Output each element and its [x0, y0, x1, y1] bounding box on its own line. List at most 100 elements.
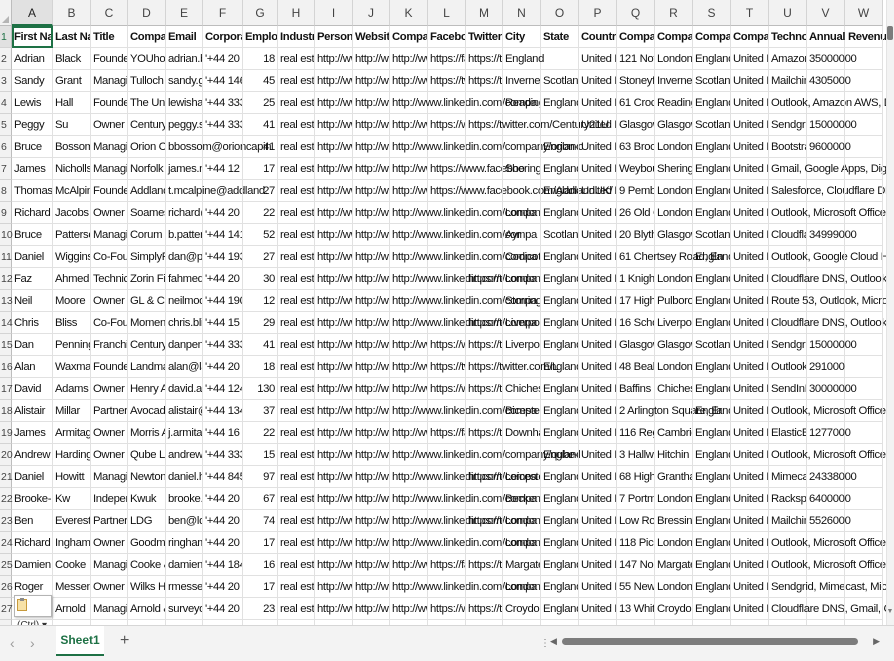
data-cell[interactable]: United Kin [579, 576, 617, 598]
data-cell[interactable]: https://wv [428, 334, 466, 356]
column-header-j[interactable]: J [353, 0, 390, 26]
data-cell[interactable]: Everest [53, 510, 91, 532]
data-cell[interactable]: http://ww [315, 268, 353, 290]
header-cell[interactable]: State [541, 26, 579, 48]
data-cell[interactable] [428, 268, 466, 290]
data-cell[interactable]: England [541, 444, 579, 466]
column-header-b[interactable]: B [53, 0, 91, 26]
column-header-f[interactable]: F [203, 0, 243, 26]
data-cell[interactable]: England [693, 92, 731, 114]
data-cell[interactable]: real estate [278, 510, 315, 532]
data-cell[interactable]: James [12, 158, 53, 180]
data-cell[interactable]: England [693, 378, 731, 400]
paste-options-button[interactable]: (Ctrl) ▾ [14, 595, 52, 631]
data-cell[interactable]: '+44 20 76 [203, 576, 243, 598]
data-cell[interactable]: Avocado P [128, 400, 166, 422]
data-cell[interactable]: The Uniqu [128, 92, 166, 114]
data-cell[interactable]: '+44 20 86 [203, 598, 243, 620]
data-cell[interactable]: real estate [278, 48, 315, 70]
data-cell[interactable]: Owner [91, 422, 128, 444]
data-cell[interactable]: United Kin [731, 268, 769, 290]
data-cell[interactable] [845, 268, 883, 290]
data-cell[interactable]: Henry Ada [128, 378, 166, 400]
data-cell[interactable]: http://ww [390, 334, 428, 356]
data-cell[interactable] [428, 202, 466, 224]
data-cell[interactable]: United Kin [579, 334, 617, 356]
data-cell[interactable]: 16 School [617, 312, 655, 334]
data-cell[interactable]: United Kin [731, 290, 769, 312]
data-cell[interactable]: Gmail, Google Apps, DigitalOcean, G [769, 158, 894, 180]
data-cell[interactable] [845, 356, 883, 378]
data-cell[interactable] [466, 158, 503, 180]
data-cell[interactable]: Outlook, Microsoft Office 365, Goo [769, 444, 894, 466]
header-cell[interactable]: Company [128, 26, 166, 48]
data-cell[interactable]: Zorin Finar [128, 268, 166, 290]
data-cell[interactable]: United Kin [731, 48, 769, 70]
data-cell[interactable]: 20 Blythsw [617, 224, 655, 246]
data-cell[interactable]: Scotland [541, 224, 579, 246]
data-cell[interactable]: 9 Pembrid [617, 180, 655, 202]
data-cell[interactable]: richard@s [166, 202, 203, 224]
data-cell[interactable]: brooke.da [166, 488, 203, 510]
data-cell[interactable]: United Kin [731, 202, 769, 224]
data-cell[interactable] [807, 444, 845, 466]
data-cell[interactable]: United Kin [579, 202, 617, 224]
data-cell[interactable]: LDG [128, 510, 166, 532]
data-cell[interactable] [428, 136, 466, 158]
header-cell[interactable]: Person Lin [315, 26, 353, 48]
data-cell[interactable]: Chichester [655, 378, 693, 400]
data-cell[interactable]: real estate [278, 92, 315, 114]
data-cell[interactable]: 55 New Ox [617, 576, 655, 598]
row-header-22[interactable]: 22 [0, 488, 13, 510]
data-cell[interactable]: United Kin [579, 180, 617, 202]
data-cell[interactable] [503, 136, 541, 158]
column-header-v[interactable]: V [807, 0, 845, 26]
add-sheet-button[interactable]: + [120, 632, 129, 650]
data-cell[interactable]: http://ww [315, 246, 353, 268]
data-cell[interactable]: Liverpool [503, 334, 541, 356]
data-cell[interactable]: Sendgrid, C [769, 334, 807, 356]
data-cell[interactable] [203, 136, 243, 158]
data-cell[interactable]: 13 Whitest [617, 598, 655, 620]
data-cell[interactable] [807, 92, 845, 114]
data-cell[interactable]: Managing [91, 224, 128, 246]
data-cell[interactable]: Bruce [12, 136, 53, 158]
data-cell[interactable]: 30 [243, 268, 278, 290]
data-cell[interactable]: London [503, 510, 541, 532]
data-cell[interactable]: http://ww [353, 400, 390, 422]
data-cell[interactable] [428, 466, 466, 488]
data-cell[interactable]: http://ww [353, 334, 390, 356]
data-cell[interactable]: 61 Chertsey Road, En [617, 246, 724, 268]
horizontal-scrollbar[interactable]: ◀ ▶ [550, 634, 880, 648]
data-cell[interactable]: Sendgrid, Mimecast, Microsoft Offic [769, 576, 894, 598]
data-cell[interactable]: Inverness [655, 70, 693, 92]
data-cell[interactable]: Ayr [503, 224, 541, 246]
data-cell[interactable] [845, 510, 883, 532]
data-cell[interactable]: England [693, 312, 731, 334]
data-cell[interactable]: United Kin [579, 378, 617, 400]
data-cell[interactable]: '+44 20 75 [203, 488, 243, 510]
data-cell[interactable]: United Kin [731, 466, 769, 488]
data-cell[interactable]: http://www.linkedin.com/compa [390, 290, 537, 312]
data-cell[interactable]: London [655, 202, 693, 224]
scroll-down-arrow-icon[interactable]: ▼ [886, 607, 894, 617]
data-cell[interactable]: '+44 141 8 [203, 224, 243, 246]
data-cell[interactable]: United Kin [731, 378, 769, 400]
data-cell[interactable]: 97 [243, 466, 278, 488]
data-cell[interactable] [503, 356, 541, 378]
data-cell[interactable]: England [693, 202, 731, 224]
data-cell[interactable] [466, 246, 503, 268]
data-cell[interactable]: rmessenge [166, 576, 203, 598]
data-cell[interactable]: Route 53, Outlook, Microsoft Office [769, 290, 894, 312]
data-cell[interactable] [845, 444, 883, 466]
data-cell[interactable]: '+44 12 63 [203, 158, 243, 180]
data-cell[interactable]: https://tw [466, 554, 503, 576]
data-cell[interactable] [807, 246, 845, 268]
data-cell[interactable]: Managing [91, 158, 128, 180]
data-cell[interactable] [428, 488, 466, 510]
data-cell[interactable]: http://ww [353, 598, 390, 620]
data-cell[interactable]: 63 Brook S [617, 136, 655, 158]
spreadsheet-grid[interactable]: ABCDEFGHIJKLMNOPQRSTUVW 1First NameLast N… [0, 0, 894, 625]
data-cell[interactable] [655, 246, 693, 268]
data-cell[interactable]: 23 [243, 598, 278, 620]
